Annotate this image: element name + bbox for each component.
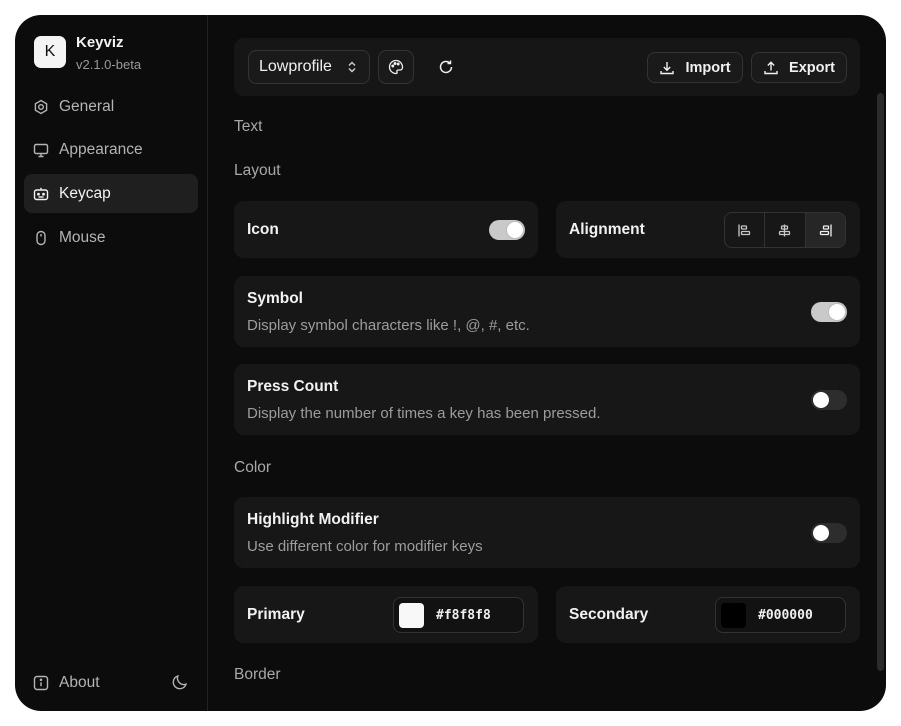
- refresh-icon: [439, 60, 453, 74]
- secondary-color-card: Secondary #000000: [556, 586, 860, 643]
- primary-color-card: Primary #f8f8f8: [234, 586, 538, 643]
- import-label: Import: [685, 59, 731, 76]
- press-count-card: Press Count Display the number of times …: [234, 364, 860, 435]
- export-button[interactable]: Export: [751, 52, 847, 83]
- highlight-modifier-toggle[interactable]: [811, 523, 847, 543]
- upload-icon: [764, 60, 778, 74]
- highlight-modifier-card: Highlight Modifier Use different color f…: [234, 497, 860, 568]
- press-count-description: Display the number of times a key has be…: [247, 405, 601, 422]
- toolbar: Lowprofile Import Export: [234, 38, 860, 96]
- align-center-icon: [779, 224, 791, 236]
- icon-toggle[interactable]: [489, 220, 525, 240]
- align-right-button[interactable]: [805, 213, 845, 247]
- secondary-title: Secondary: [569, 606, 649, 623]
- sidebar-item-appearance[interactable]: Appearance: [24, 130, 198, 169]
- icon-card: Icon: [234, 201, 538, 258]
- monitor-icon: [33, 142, 49, 158]
- align-center-button[interactable]: [765, 213, 806, 247]
- secondary-color-swatch: [721, 603, 746, 628]
- reset-button[interactable]: [429, 50, 463, 84]
- primary-color-hex: #f8f8f8: [436, 608, 491, 623]
- sidebar-item-label: Keycap: [59, 184, 111, 202]
- mouse-icon: [33, 230, 49, 246]
- toggle-knob: [813, 392, 829, 408]
- alignment-card: Alignment: [556, 201, 860, 258]
- moon-icon[interactable]: [171, 673, 189, 691]
- symbol-toggle[interactable]: [811, 302, 847, 322]
- app-name: Keyviz: [76, 34, 124, 51]
- preset-select[interactable]: Lowprofile: [248, 50, 370, 84]
- primary-color-swatch: [399, 603, 424, 628]
- palette-icon: [388, 59, 404, 75]
- symbol-card: Symbol Display symbol characters like !,…: [234, 276, 860, 347]
- press-count-toggle[interactable]: [811, 390, 847, 410]
- sidebar-item-keycap[interactable]: Keycap: [24, 174, 198, 213]
- sidebar: K Keyviz v2.1.0-beta General Appearance …: [15, 15, 208, 711]
- section-heading-color: Color: [234, 459, 272, 476]
- primary-color-field[interactable]: #f8f8f8: [393, 597, 524, 633]
- gear-icon: [33, 99, 49, 115]
- import-button[interactable]: Import: [647, 52, 743, 83]
- align-left-icon: [738, 224, 751, 236]
- download-icon: [660, 61, 675, 74]
- section-heading-text: Text: [234, 118, 263, 135]
- icon-title: Icon: [247, 221, 279, 238]
- preset-value: Lowprofile: [259, 58, 332, 75]
- section-heading-border: Border: [234, 666, 281, 683]
- sidebar-item-label: Mouse: [59, 228, 106, 246]
- symbol-title: Symbol: [247, 290, 303, 307]
- highlight-modifier-title: Highlight Modifier: [247, 511, 379, 528]
- sidebar-item-general[interactable]: General: [24, 87, 198, 126]
- sidebar-item-label: Appearance: [59, 140, 143, 158]
- toggle-knob: [829, 304, 845, 320]
- alignment-title: Alignment: [569, 221, 645, 238]
- sidebar-item-label: General: [59, 97, 115, 115]
- main-panel: Lowprofile Import Export Text Layout Ico…: [208, 15, 886, 711]
- keycap-icon: [33, 186, 49, 202]
- toggle-knob: [507, 222, 523, 238]
- align-left-button[interactable]: [725, 213, 766, 247]
- scrollbar[interactable]: [877, 93, 884, 671]
- highlight-modifier-description: Use different color for modifier keys: [247, 538, 483, 555]
- toggle-knob: [813, 525, 829, 541]
- alignment-segmented-control: [724, 212, 846, 248]
- about-label: About: [59, 673, 100, 691]
- palette-button[interactable]: [378, 50, 414, 84]
- secondary-color-field[interactable]: #000000: [715, 597, 846, 633]
- app-window: K Keyviz v2.1.0-beta General Appearance …: [15, 15, 886, 711]
- section-heading-layout: Layout: [234, 162, 281, 179]
- symbol-description: Display symbol characters like !, @, #, …: [247, 317, 530, 334]
- secondary-color-hex: #000000: [758, 608, 813, 623]
- info-icon: [33, 675, 49, 691]
- app-logo: K: [34, 36, 66, 68]
- press-count-title: Press Count: [247, 378, 339, 395]
- chevron-up-down-icon: [348, 61, 356, 73]
- app-version: v2.1.0-beta: [76, 57, 142, 72]
- align-right-icon: [819, 224, 832, 236]
- export-label: Export: [789, 59, 835, 76]
- sidebar-item-mouse[interactable]: Mouse: [24, 218, 198, 257]
- primary-title: Primary: [247, 606, 305, 623]
